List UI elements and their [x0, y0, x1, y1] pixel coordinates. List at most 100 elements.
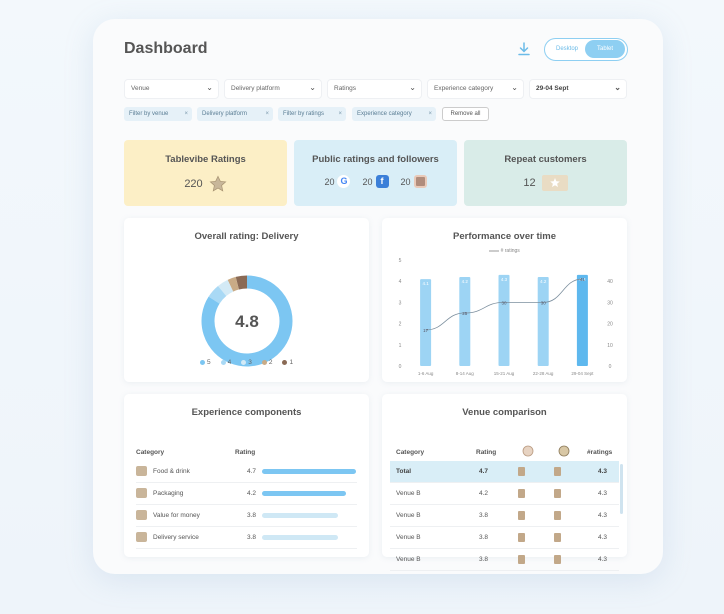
- venue-count: 4.3: [598, 534, 608, 541]
- delivery-platform-dropdown[interactable]: Delivery platform ⌄: [224, 79, 322, 99]
- category-name: Delivery service: [153, 534, 199, 541]
- legend-label: 4: [227, 359, 232, 366]
- left-tick-label: 0: [399, 364, 402, 370]
- venue-name: Total: [396, 468, 412, 475]
- table-row[interactable]: Venue B 3.8 4.3: [390, 527, 619, 549]
- scrollbar[interactable]: [620, 464, 623, 514]
- venue-count: 4.3: [598, 556, 608, 563]
- table-row: Packaging 4.2: [136, 483, 357, 505]
- donut-slice-1[interactable]: [235, 275, 248, 290]
- venue-count: 4.3: [598, 490, 608, 497]
- venue-name: Venue B: [396, 512, 421, 519]
- facebook-icon: f: [375, 175, 389, 188]
- venue-rating: 3.8: [479, 534, 489, 541]
- filter-chip-venue[interactable]: Filter by venue ×: [124, 107, 192, 121]
- rating-bar: [262, 535, 338, 540]
- download-icon[interactable]: [516, 41, 532, 57]
- legend-dot: [282, 360, 288, 365]
- legend-item: 2: [261, 359, 273, 366]
- rating-donut-chart: 4.8: [201, 275, 293, 367]
- close-icon[interactable]: ×: [338, 107, 342, 121]
- rating-bar: [262, 469, 356, 474]
- bar-3: [498, 274, 510, 366]
- right-tick-label: 30: [607, 300, 613, 306]
- repeat-customers-card: Repeat customers 12: [464, 140, 627, 206]
- table-row[interactable]: Venue B 3.8 4.3: [390, 549, 619, 571]
- donut-slice-4[interactable]: [208, 285, 227, 304]
- table-row[interactable]: Venue B 3.8 4.3: [390, 505, 619, 527]
- col-header-category: Category: [396, 449, 425, 456]
- platform-a-mark-icon: [518, 467, 525, 476]
- view-toggle[interactable]: Desktop Tablet: [544, 38, 628, 61]
- col-header-rating: Rating: [476, 449, 497, 456]
- donut-slice-2[interactable]: [227, 276, 240, 292]
- card-label: Public ratings and followers: [312, 154, 439, 165]
- chevron-down-icon: ⌄: [309, 83, 316, 92]
- left-tick-label: 4: [399, 279, 402, 285]
- venue-rating: 4.2: [479, 490, 489, 497]
- venue-dropdown[interactable]: Venue ⌄: [124, 79, 219, 99]
- legend-label: 1: [289, 359, 294, 366]
- date-range-dropdown[interactable]: 29-04 Sept ⌄: [529, 79, 627, 99]
- right-tick-label: 10: [607, 343, 613, 349]
- rating-bar: [262, 513, 338, 518]
- right-tick-label: 40: [607, 279, 613, 285]
- star-icon: [209, 175, 227, 192]
- legend-dot: [220, 360, 226, 365]
- venue-name: Venue B: [396, 534, 421, 541]
- x-tick-label: 15-21 Aug: [494, 371, 515, 376]
- close-icon[interactable]: ×: [265, 107, 269, 121]
- chevron-down-icon: ⌄: [511, 83, 518, 92]
- performance-chart: 0 1 2 3 4 5 0 10 20 30 40 4.1 1-6 Aug 4.2 8-14 Aug 4.3 1…: [399, 258, 613, 376]
- chevron-down-icon: ⌄: [206, 83, 213, 92]
- tablevibe-count: 220: [184, 178, 203, 190]
- card-title: Performance over time: [453, 231, 556, 242]
- toggle-tablet[interactable]: Tablet: [585, 40, 625, 58]
- legend-item: 1: [282, 359, 293, 366]
- table-row[interactable]: Total 4.7 4.3: [390, 461, 619, 483]
- close-icon[interactable]: ×: [428, 107, 432, 121]
- card-label: Repeat customers: [504, 154, 587, 165]
- x-tick-label: 8-14 Aug: [456, 371, 475, 376]
- table-row[interactable]: Venue B 4.2 4.3: [390, 483, 619, 505]
- bar-2: [459, 276, 471, 366]
- platform-a-mark-icon: [518, 555, 525, 564]
- table-row: Value for money 3.8: [136, 505, 357, 527]
- venue-rating: 3.8: [479, 556, 489, 563]
- category-name: Packaging: [153, 490, 184, 497]
- venue-comparison-card: Venue comparison Category Rating #rating…: [382, 394, 627, 571]
- category-icon: [136, 488, 147, 498]
- point-label: 30: [541, 300, 547, 305]
- category-name: Food & drink: [153, 468, 190, 475]
- ratings-dropdown[interactable]: Ratings ⌄: [327, 79, 422, 99]
- platform-b-icon: [558, 445, 570, 457]
- legend-label: 2: [268, 359, 273, 366]
- chevron-down-icon: ⌄: [614, 83, 621, 92]
- filter-chip-platform[interactable]: Delivery platform ×: [197, 107, 273, 121]
- rating-legend: 5 4 3 2 1: [124, 359, 369, 366]
- rating-bar: [262, 491, 346, 496]
- bar-value-label: 4.3: [501, 277, 508, 282]
- donut-slice-3[interactable]: [217, 279, 234, 297]
- venue-rating: 3.8: [479, 512, 489, 519]
- category-icon: [136, 532, 147, 542]
- legend-label: 3: [248, 359, 252, 366]
- filter-chip-ratings[interactable]: Filter by ratings ×: [278, 107, 346, 121]
- remove-all-button[interactable]: Remove all: [442, 107, 489, 121]
- platform-b-mark-icon: [554, 555, 561, 564]
- legend-item: 5: [199, 359, 211, 366]
- close-icon[interactable]: ×: [184, 107, 188, 121]
- point-label: 17: [423, 328, 429, 333]
- google-icon: G: [337, 175, 351, 188]
- bar-5: [576, 274, 588, 366]
- platform-a-icon: [522, 445, 534, 457]
- filter-chip-experience[interactable]: Experience category ×: [352, 107, 436, 121]
- experience-category-dropdown[interactable]: Experience category ⌄: [427, 79, 524, 99]
- bar-4: [537, 276, 549, 366]
- category-icon: [136, 466, 147, 476]
- platform-b-mark-icon: [554, 467, 561, 476]
- table-row: Delivery service 3.8: [136, 527, 357, 549]
- toggle-desktop[interactable]: Desktop: [549, 39, 585, 59]
- venue-count: 4.3: [598, 468, 608, 475]
- tablevibe-ratings-card: Tablevibe Ratings 220: [124, 140, 287, 206]
